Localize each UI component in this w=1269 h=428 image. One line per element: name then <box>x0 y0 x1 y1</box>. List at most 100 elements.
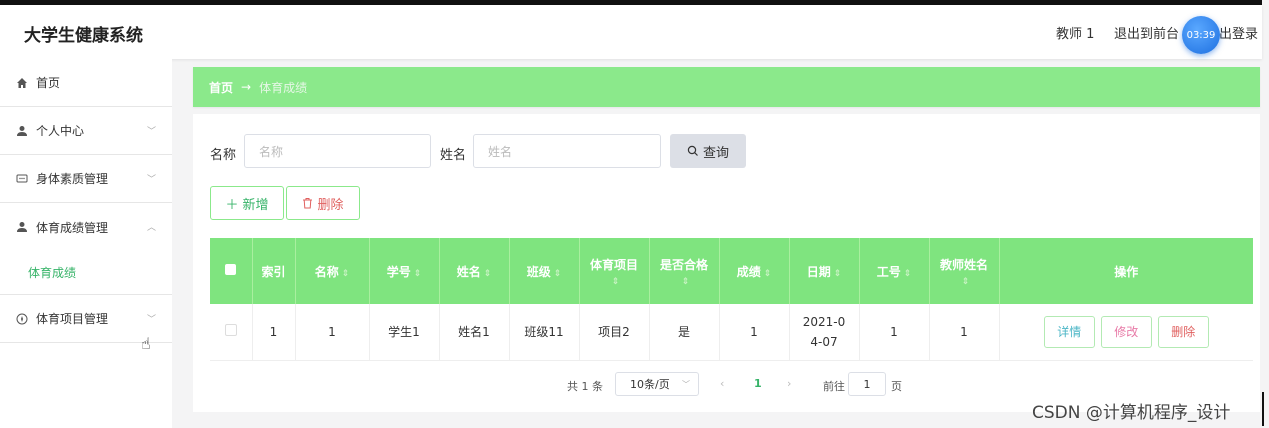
name-input[interactable]: 名称 <box>244 134 431 168</box>
delete-button-label: 删除 <box>317 197 344 213</box>
sidebar-item-label: 体育项目管理 <box>36 312 109 326</box>
compass-icon <box>16 313 28 325</box>
chevron-up-icon: ︿ <box>146 223 156 233</box>
column-header[interactable]: 姓名 ⇕ <box>439 238 510 304</box>
select-all-checkbox[interactable] <box>210 238 253 304</box>
detail-button[interactable]: 详情 <box>1043 315 1095 348</box>
cell-index: 1 <box>252 304 296 361</box>
row-delete-button[interactable]: 删除 <box>1157 315 1209 348</box>
search-button[interactable]: 查询 <box>670 134 746 168</box>
mouse-pointer-icon: ☝ <box>141 334 151 353</box>
column-header[interactable]: 名称 ⇕ <box>295 238 370 304</box>
logout-link[interactable]: 出登录 <box>1219 23 1258 42</box>
breadcrumb-separator: → <box>241 80 252 94</box>
sidebar-item-home[interactable]: 首页 <box>0 59 172 107</box>
sort-icon: ⇕ <box>903 268 912 279</box>
sort-icon: ⇕ <box>681 276 690 287</box>
user-icon <box>16 125 28 137</box>
chevron-down-icon: ﹀ <box>146 315 156 325</box>
add-button[interactable]: ＋ 新增 <box>210 186 284 220</box>
timer-badge: 03:39 <box>1182 16 1220 54</box>
sort-icon: ⇕ <box>961 276 970 287</box>
prev-page-button[interactable]: ‹ <box>720 377 724 390</box>
plus-icon: ＋ <box>225 197 239 213</box>
cell-project: 项目2 <box>579 304 650 361</box>
page-number[interactable]: 1 <box>754 377 762 390</box>
total-count: 共 1 条 <box>567 380 603 393</box>
chevron-down-icon: ﹀ <box>682 380 690 389</box>
goto-page-input[interactable]: 1 <box>848 372 886 396</box>
sort-icon: ⇕ <box>413 268 422 279</box>
chat-icon <box>16 173 28 185</box>
column-header[interactable]: 成绩 ⇕ <box>719 238 790 304</box>
edit-button[interactable]: 修改 <box>1100 315 1152 348</box>
main-content: 名称 名称 姓名 姓名 查询 ＋ 新增 删除 索引 名称 ⇕ 学号 ⇕ 姓名 ⇕ 班级… <box>193 114 1260 412</box>
sidebar: 首页 个人中心 ﹀ 身体素质管理 ﹀ 体育成绩管理 ︿ 体育成绩 体育项目管理 … <box>0 59 172 428</box>
sort-icon: ⇕ <box>483 268 492 279</box>
cell-name: 1 <box>295 304 370 361</box>
pagination: 共 1 条 10条/页 ﹀ ‹ 1 › 前往 1 页 <box>193 372 1260 398</box>
chevron-down-icon: ﹀ <box>146 127 156 137</box>
breadcrumb-home[interactable]: 首页 <box>209 79 233 96</box>
sidebar-item-label: 体育成绩管理 <box>36 220 109 235</box>
cell-date: 2021-04-07 <box>789 304 860 361</box>
cell-work-no: 1 <box>859 304 930 361</box>
xingming-label: 姓名 <box>440 148 467 163</box>
cell-score: 1 <box>719 304 790 361</box>
watermark: CSDN @计算机程序_设计 <box>1032 403 1231 423</box>
column-header: 索引 <box>252 238 296 304</box>
cell-teacher: 1 <box>929 304 1000 361</box>
home-icon <box>16 77 28 89</box>
column-header[interactable]: 学号 ⇕ <box>369 238 440 304</box>
column-header[interactable]: 工号 ⇕ <box>859 238 930 304</box>
delete-button[interactable]: 删除 <box>286 186 360 220</box>
cell-xingming: 姓名1 <box>439 304 510 361</box>
table-header-row: 索引 名称 ⇕ 学号 ⇕ 姓名 ⇕ 班级 ⇕ 体育项目 ⇕ 是否合格 ⇕ 成绩 ⇕ 日期 ⇕ 工… <box>210 238 1253 304</box>
breadcrumb: 首页 → 体育成绩 <box>193 67 1260 107</box>
column-header[interactable]: 班级 ⇕ <box>509 238 580 304</box>
column-header[interactable]: 体育项目 ⇕ <box>579 238 650 304</box>
chevron-down-icon: ﹀ <box>146 175 156 185</box>
xingming-input[interactable]: 姓名 <box>473 134 661 168</box>
sidebar-subitem-pe-score[interactable]: 体育成绩 <box>0 251 172 295</box>
sort-icon: ⇕ <box>763 268 772 279</box>
page-size-select[interactable]: 10条/页 ﹀ <box>615 372 699 396</box>
table-row: 1 1 学生1 姓名1 班级11 项目2 是 1 2021-04-07 1 1 … <box>210 304 1253 361</box>
cell-student-no: 学生1 <box>369 304 440 361</box>
column-header: 操作 <box>999 238 1253 304</box>
sort-icon: ⇕ <box>341 268 350 279</box>
cell-class: 班级11 <box>509 304 580 361</box>
page-suffix: 页 <box>891 380 902 393</box>
row-checkbox[interactable] <box>210 304 253 361</box>
search-icon <box>687 145 699 157</box>
user-name: 教师 1 <box>1056 27 1095 42</box>
text-cursor <box>1262 392 1264 426</box>
search-button-label: 查询 <box>702 145 729 161</box>
page-size-value: 10条/页 <box>630 378 670 391</box>
sidebar-item-label: 身体素质管理 <box>36 172 109 186</box>
sidebar-item-pe-score-management[interactable]: 体育成绩管理 ︿ <box>0 203 172 251</box>
next-page-button[interactable]: › <box>787 377 791 390</box>
exit-to-front-link[interactable]: 退出到前台 <box>1114 23 1179 42</box>
add-button-label: 新增 <box>242 197 269 213</box>
sidebar-item-label: 个人中心 <box>36 124 85 138</box>
user-icon <box>16 221 28 233</box>
sort-icon: ⇕ <box>611 276 620 287</box>
cell-actions: 详情 修改 删除 <box>999 304 1253 361</box>
data-table: 索引 名称 ⇕ 学号 ⇕ 姓名 ⇕ 班级 ⇕ 体育项目 ⇕ 是否合格 ⇕ 成绩 ⇕ 日期 ⇕ 工… <box>210 238 1253 361</box>
column-header[interactable]: 教师姓名 ⇕ <box>929 238 1000 304</box>
sidebar-item-personal-center[interactable]: 个人中心 ﹀ <box>0 107 172 155</box>
trash-icon <box>302 197 313 209</box>
sidebar-item-physical-fitness[interactable]: 身体素质管理 ﹀ <box>0 155 172 203</box>
sidebar-item-label: 首页 <box>36 76 61 90</box>
sort-icon: ⇕ <box>833 268 842 279</box>
app-title: 大学生健康系统 <box>24 26 143 46</box>
header: 大学生健康系统 教师 1 退出到前台 出登录 03:39 <box>0 5 1262 59</box>
column-header[interactable]: 日期 ⇕ <box>789 238 860 304</box>
goto-label: 前往 <box>823 380 845 393</box>
column-header[interactable]: 是否合格 ⇕ <box>649 238 720 304</box>
cell-qualified: 是 <box>649 304 720 361</box>
breadcrumb-current: 体育成绩 <box>259 80 308 95</box>
name-label: 名称 <box>210 148 237 163</box>
sort-icon: ⇕ <box>553 268 562 279</box>
